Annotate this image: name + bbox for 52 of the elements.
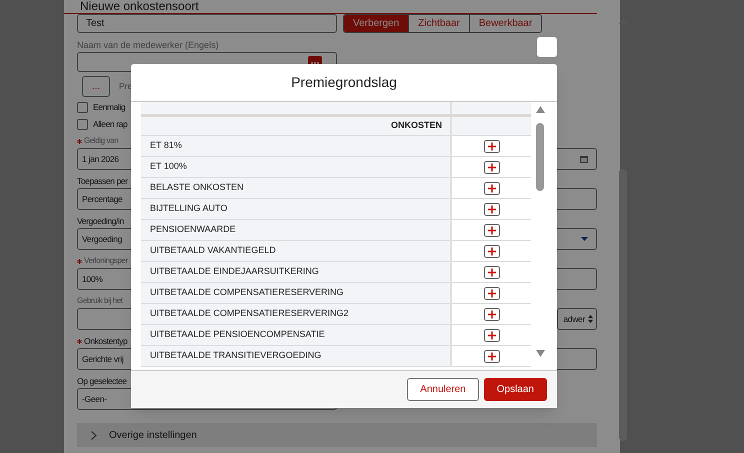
section-header[interactable]: Overige instellingen [77,423,597,447]
table-cell-text: UITBETAALDE COMPENSATIERESERVERING [150,286,344,300]
table-cell-text: UITBETAALDE PENSIOENCOMPENSATIE [150,328,325,342]
cancel-button[interactable]: Annuleren [407,378,479,401]
table-cell-text: UITBETAALDE EINDEJAARSUITKERING [150,265,319,278]
table-cell-text: UITBETAALDE COMPENSATIERESERVERING2 [150,307,349,320]
add-icon[interactable] [484,286,500,300]
visibility-tab[interactable]: Verbergen [344,15,408,32]
scroll-up-icon[interactable] [536,106,544,113]
field-label: Op geselectee [77,374,127,388]
table-cell-text: BELASTE ONKOSTEN [150,181,244,194]
name-field[interactable]: Test [77,14,337,33]
field-label: Gebruik bij het [77,295,123,307]
save-button[interactable]: Opslaan [484,378,547,401]
add-icon[interactable] [484,140,500,152]
page-title: Nieuwe onkostensoort [80,0,199,12]
caret-icon[interactable] [581,237,588,241]
table-cell-text: ET 100% [150,160,187,174]
add-icon[interactable] [484,182,500,194]
scroll-down-icon[interactable] [536,350,544,357]
checkbox-label: Eenmalig [93,100,126,114]
add-icon[interactable] [484,266,500,278]
table-cell-text: UITBETAALD VAKANTIEGELD [150,244,276,258]
select-field[interactable]: adwer [557,308,597,330]
checkbox[interactable] [77,102,88,112]
table-cell-text: ET 81% [150,139,182,152]
add-icon[interactable] [484,308,500,320]
field-label: Onkostentyp [84,334,128,348]
scrollbar-thumb[interactable] [619,169,627,441]
scrollbar-thumb[interactable] [536,123,544,191]
field-label: Verloningsper [84,255,128,267]
field-label: Naam van de medewerker (Engels) [77,39,219,51]
table-cell-text: UITBETAALDE TRANSITIEVERGOEDING [150,349,322,362]
checkbox[interactable] [77,118,88,130]
checkbox-label: Alleen rap [93,118,128,130]
add-icon[interactable] [484,350,500,362]
calendar-icon[interactable] [580,155,588,163]
add-icon[interactable] [484,328,500,342]
add-icon[interactable] [484,160,500,174]
column-header: ONKOSTEN [390,119,442,132]
dialog-title: Premiegrondslag [291,73,397,92]
add-icon[interactable] [484,224,500,236]
table-cell-text: BIJTELLING AUTO [150,202,228,216]
add-icon[interactable] [484,244,500,258]
visibility-tab[interactable]: Bewerkbaar [468,15,542,32]
table-cell-text: PENSIOENWAARDE [150,223,236,236]
small-button[interactable]: ... [82,76,110,97]
field-label: Vergoeding/in [77,214,124,228]
field-label: Toepassen per [77,174,128,188]
field-label: Geldig van [84,135,118,147]
add-icon[interactable] [484,202,500,216]
spinner-icon [588,314,593,324]
